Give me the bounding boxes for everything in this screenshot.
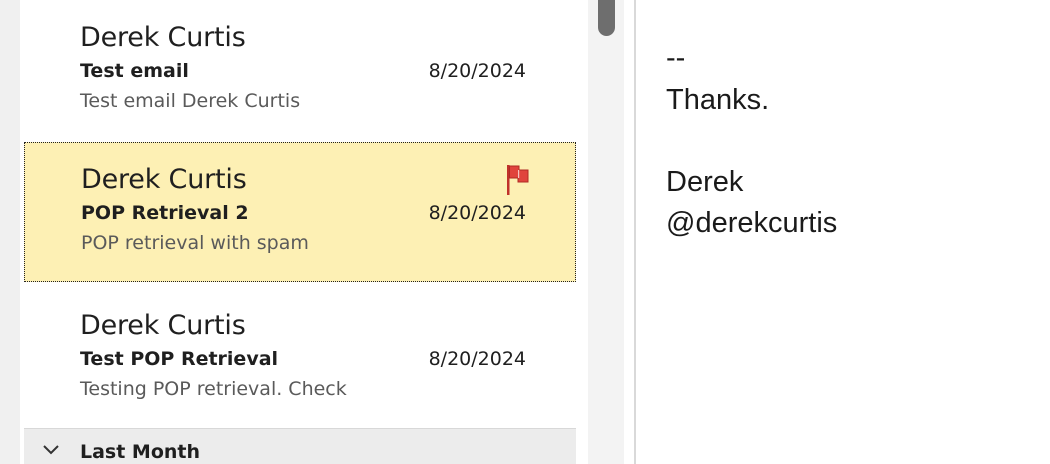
message-item-selected[interactable]: Derek Curtis POP Retrieval 2 8/20/2024 P…: [24, 142, 576, 282]
message-sender: Derek Curtis: [81, 164, 247, 195]
message-item[interactable]: Derek Curtis Test POP Retrieval 8/20/202…: [24, 288, 576, 428]
scrollbar-thumb[interactable]: [598, 0, 615, 36]
message-item[interactable]: Derek Curtis Test email 8/20/2024 Test e…: [24, 0, 576, 140]
left-gutter: [0, 0, 20, 464]
body-thanks: Thanks.: [666, 84, 770, 116]
message-subject: Test POP Retrieval: [80, 348, 279, 370]
message-sender: Derek Curtis: [80, 310, 246, 341]
message-list-scrollbar[interactable]: [588, 0, 624, 464]
chevron-down-icon[interactable]: [42, 444, 60, 456]
message-list: Derek Curtis Test email 8/20/2024 Test e…: [20, 0, 588, 464]
body-signature-name: Derek: [666, 166, 744, 198]
reading-pane: -- Thanks. Derek @derekcurtis: [636, 0, 1050, 464]
body-signature-handle: @derekcurtis: [666, 207, 838, 239]
group-header-label: Last Month: [80, 441, 201, 463]
message-date: 8/20/2024: [428, 348, 526, 370]
message-date: 8/20/2024: [428, 60, 526, 82]
body-signature-separator: --: [666, 42, 686, 74]
message-subject: Test email: [80, 60, 189, 82]
message-date: 8/20/2024: [428, 202, 526, 224]
message-preview: POP retrieval with spam: [81, 232, 309, 254]
message-subject: POP Retrieval 2: [81, 202, 249, 224]
mail-window: Derek Curtis Test email 8/20/2024 Test e…: [0, 0, 1050, 464]
message-sender: Derek Curtis: [80, 22, 246, 53]
message-preview: Testing POP retrieval. Check: [80, 378, 347, 400]
message-preview: Test email Derek Curtis: [80, 90, 301, 112]
flag-icon[interactable]: [505, 163, 531, 197]
group-header-last-month[interactable]: Last Month: [24, 428, 576, 464]
